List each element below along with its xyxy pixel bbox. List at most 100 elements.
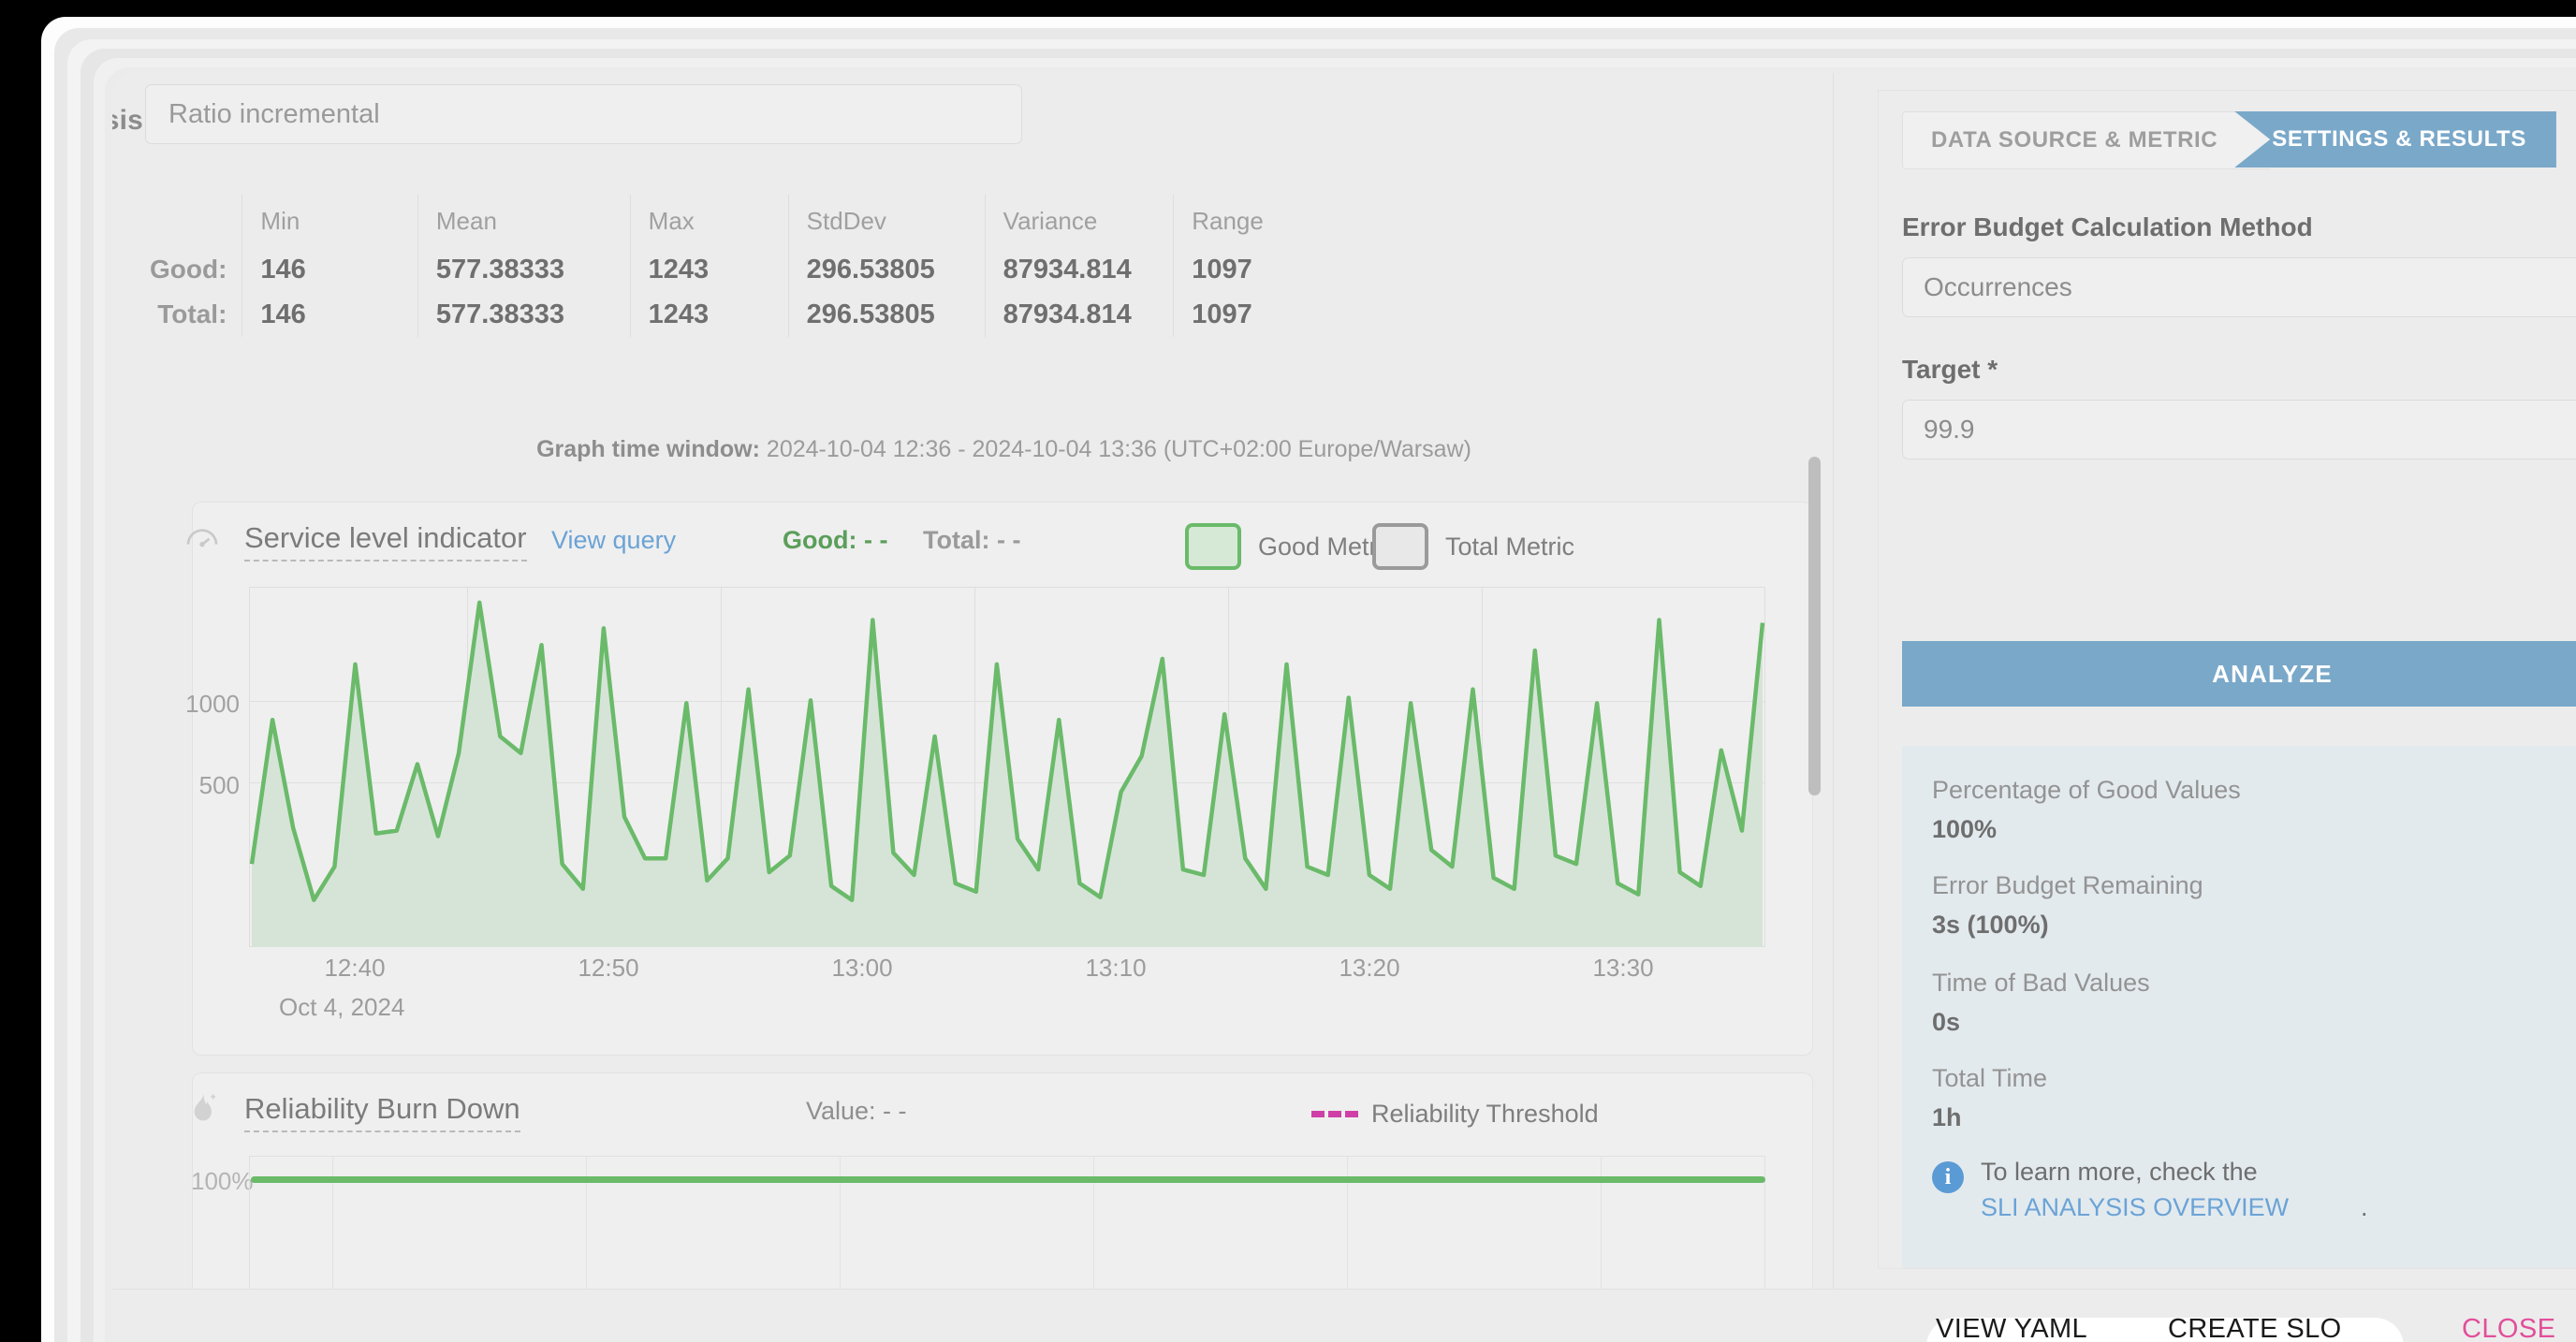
col-header-stddev: StdDev bbox=[787, 195, 986, 247]
info-icon: i bbox=[1932, 1161, 1964, 1193]
table-header-row: Min Mean Max StdDev Variance Range bbox=[112, 195, 1329, 247]
gauge-icon bbox=[183, 519, 221, 557]
legend-item-total-metric[interactable]: Total Metric bbox=[1372, 523, 1574, 570]
sli-analysis-overview-link[interactable]: SLI ANALYSIS OVERVIEW bbox=[1981, 1193, 2289, 1222]
legend-label-reliability-threshold: Reliability Threshold bbox=[1371, 1100, 1599, 1128]
result-value-pct-good: 100% bbox=[1932, 815, 1998, 843]
total-max: 1243 bbox=[629, 292, 789, 337]
info-period: . bbox=[2361, 1193, 2368, 1221]
y-tick-500: 500 bbox=[198, 771, 240, 799]
burn-down-value-readout: Value: - - bbox=[806, 1097, 907, 1125]
result-value-error-budget: 3s (100%) bbox=[1932, 911, 2049, 939]
close-button[interactable]: CLOSE bbox=[2462, 1314, 2555, 1342]
settings-card: DATA SOURCE & METRIC SETTINGS & RESULTS … bbox=[1878, 90, 2576, 1269]
burn-down-card: Reliability Burn Down Value: - - Reliabi… bbox=[191, 1072, 1813, 1290]
x-tick-1: 12:50 bbox=[578, 954, 639, 982]
row-label-total: Total: bbox=[157, 299, 227, 328]
tab-settings-and-results[interactable]: SETTINGS & RESULTS bbox=[2234, 111, 2556, 168]
col-header-variance: Variance bbox=[984, 195, 1174, 247]
burn-down-series-line bbox=[251, 1176, 1765, 1183]
tab-data-source-and-metric[interactable]: DATA SOURCE & METRIC bbox=[1902, 111, 2271, 169]
x-tick-5: 13:30 bbox=[1592, 954, 1654, 982]
error-budget-method-select[interactable]: Occurrences bbox=[1902, 257, 2576, 317]
result-value-total-time: 1h bbox=[1932, 1103, 1962, 1131]
analysis-name-value: Ratio incremental bbox=[168, 99, 380, 129]
x-tick-3: 13:10 bbox=[1085, 954, 1147, 982]
burn-down-plot-area: 100% bbox=[191, 1156, 1765, 1290]
x-tick-4: 13:20 bbox=[1339, 954, 1400, 982]
result-label-error-budget: Error Budget Remaining bbox=[1932, 871, 2203, 899]
target-input[interactable]: 99.9 % bbox=[1902, 400, 2576, 459]
info-text: To learn more, check the bbox=[1981, 1158, 2258, 1186]
burn-down-header: Reliability Burn Down Value: - - Reliabi… bbox=[193, 1073, 1812, 1141]
screenshot-root: Analysis Name Ratio incremental Min Mean… bbox=[0, 0, 2576, 1342]
legend-label-total: Total Metric bbox=[1445, 532, 1575, 561]
good-stddev: 296.53805 bbox=[787, 247, 986, 292]
table-row: Good: 146 577.38333 1243 296.53805 87934… bbox=[112, 247, 1329, 292]
good-min: 146 bbox=[242, 247, 418, 292]
x-tick-2: 13:00 bbox=[831, 954, 893, 982]
tab-label-settings-results: SETTINGS & RESULTS bbox=[2272, 126, 2526, 152]
col-header-max: Max bbox=[629, 195, 789, 247]
create-slo-button[interactable]: CREATE SLO bbox=[2168, 1314, 2342, 1342]
total-mean: 577.38333 bbox=[417, 292, 631, 337]
sli-x-axis-date: Oct 4, 2024 bbox=[279, 993, 405, 1021]
sli-chart-header: Service level indicator View query Good:… bbox=[186, 503, 1812, 570]
settings-tabs: DATA SOURCE & METRIC SETTINGS & RESULTS bbox=[1902, 111, 2556, 169]
col-header-range: Range bbox=[1173, 195, 1329, 247]
total-metric-swatch bbox=[1372, 523, 1428, 570]
error-budget-method-value: Occurrences bbox=[1924, 272, 2072, 301]
total-min: 146 bbox=[242, 292, 418, 337]
analysis-name-row: Analysis Name Ratio incremental bbox=[112, 84, 1835, 155]
legend-item-reliability-threshold[interactable]: Reliability Threshold bbox=[1311, 1100, 1599, 1129]
burn-down-title: Reliability Burn Down bbox=[244, 1092, 520, 1132]
graph-time-window: Graph time window: 2024-10-04 12:36 - 20… bbox=[112, 436, 1835, 463]
sli-series-plot bbox=[249, 600, 1765, 947]
result-label-pct-good: Percentage of Good Values bbox=[1932, 776, 2241, 804]
target-value: 99.9 bbox=[1924, 415, 1975, 444]
result-label-bad-time: Time of Bad Values bbox=[1932, 969, 2150, 997]
analysis-name-input[interactable]: Ratio incremental bbox=[145, 84, 1022, 144]
result-label-total-time: Total Time bbox=[1932, 1064, 2048, 1092]
tab-label-data-source: DATA SOURCE & METRIC bbox=[1931, 127, 2218, 153]
good-readout: Good: - - bbox=[783, 526, 888, 554]
target-label: Target * bbox=[1902, 355, 1998, 384]
good-max: 1243 bbox=[629, 247, 789, 292]
good-variance: 87934.814 bbox=[984, 247, 1174, 292]
results-panel: Percentage of Good Values 100% Error Bud… bbox=[1902, 746, 2576, 1268]
col-header-min: Min bbox=[242, 195, 418, 247]
col-header-mean: Mean bbox=[417, 195, 631, 247]
legend-item-good-metric[interactable]: Good Metric bbox=[1185, 523, 1396, 570]
left-pane-scrollbar-thumb[interactable] bbox=[1808, 457, 1821, 795]
good-mean: 577.38333 bbox=[417, 247, 631, 292]
settings-right-pane: DATA SOURCE & METRIC SETTINGS & RESULTS … bbox=[1848, 73, 2576, 1290]
total-readout: Total: - - bbox=[923, 526, 1021, 554]
error-budget-method-label: Error Budget Calculation Method bbox=[1902, 212, 2313, 241]
pane-divider bbox=[1833, 73, 1834, 1290]
sli-x-axis: 12:40 12:50 13:00 13:10 13:20 13:30 bbox=[249, 954, 1765, 982]
y-tick-1000: 1000 bbox=[185, 690, 240, 718]
statistics-table: Min Mean Max StdDev Variance Range Good:… bbox=[112, 195, 1329, 337]
analyze-button-label: ANALYZE bbox=[2212, 659, 2333, 688]
graph-time-window-value: 2024-10-04 12:36 - 2024-10-04 13:36 (UTC… bbox=[766, 436, 1471, 462]
sli-chart-card: Service level indicator View query Good:… bbox=[185, 502, 1813, 1056]
flame-icon bbox=[183, 1090, 221, 1128]
burn-down-y-tick: 100% bbox=[191, 1167, 254, 1195]
good-metric-swatch bbox=[1185, 523, 1241, 570]
result-value-bad-time: 0s bbox=[1932, 1008, 1961, 1036]
view-query-link[interactable]: View query bbox=[551, 526, 676, 555]
view-yaml-button[interactable]: VIEW YAML bbox=[1936, 1314, 2087, 1342]
sli-chart-title: Service level indicator bbox=[244, 521, 527, 562]
total-stddev: 296.53805 bbox=[787, 292, 986, 337]
analyze-button[interactable]: ANALYZE bbox=[1902, 641, 2576, 707]
row-label-good: Good: bbox=[150, 255, 227, 284]
dialog-footer: VIEW YAML CREATE SLO CLOSE bbox=[112, 1289, 2576, 1342]
good-range: 1097 bbox=[1173, 247, 1329, 292]
total-range: 1097 bbox=[1173, 292, 1329, 337]
graph-time-window-prefix: Graph time window: bbox=[536, 436, 760, 462]
x-tick-0: 12:40 bbox=[324, 954, 386, 982]
reliability-threshold-swatch bbox=[1311, 1111, 1358, 1117]
sli-plot-area bbox=[249, 587, 1765, 947]
analysis-left-pane: Analysis Name Ratio incremental Min Mean… bbox=[112, 73, 1835, 1290]
sli-analysis-dialog: Analysis Name Ratio incremental Min Mean… bbox=[112, 73, 2576, 1342]
